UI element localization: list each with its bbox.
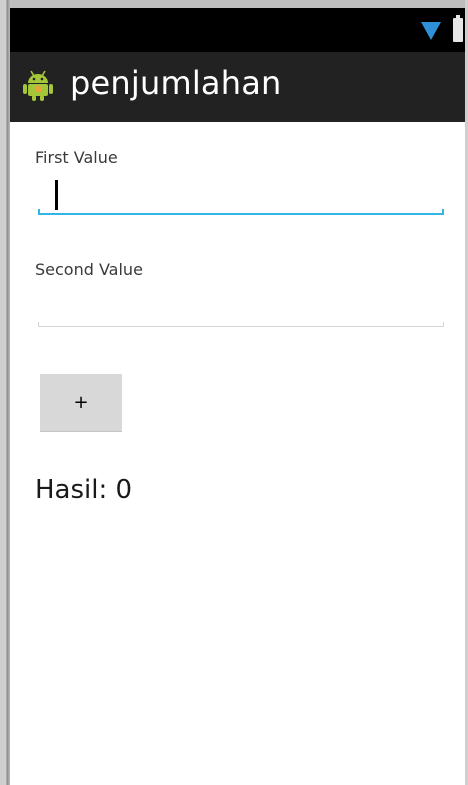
app-title: penjumlahan (70, 64, 282, 102)
main-content: First Value Second Value + Hasil: 0 (10, 122, 465, 785)
wifi-icon (421, 22, 441, 40)
second-value-underline (38, 322, 444, 327)
add-button[interactable]: + (40, 374, 122, 432)
first-value-input[interactable] (38, 174, 444, 214)
action-bar: penjumlahan (10, 52, 465, 122)
result-text: Hasil: 0 (35, 475, 133, 505)
first-value-underline (38, 209, 444, 215)
frame-left-border (0, 0, 10, 785)
android-robot-icon[interactable] (22, 68, 54, 102)
status-bar (10, 8, 465, 52)
device-frame: penjumlahan First Value Second Value + H… (0, 0, 468, 785)
battery-icon (453, 15, 463, 42)
second-value-input[interactable] (38, 286, 444, 326)
text-cursor (55, 180, 58, 210)
first-value-label: First Value (35, 148, 118, 167)
frame-top-border (0, 0, 468, 8)
second-value-label: Second Value (35, 260, 143, 279)
